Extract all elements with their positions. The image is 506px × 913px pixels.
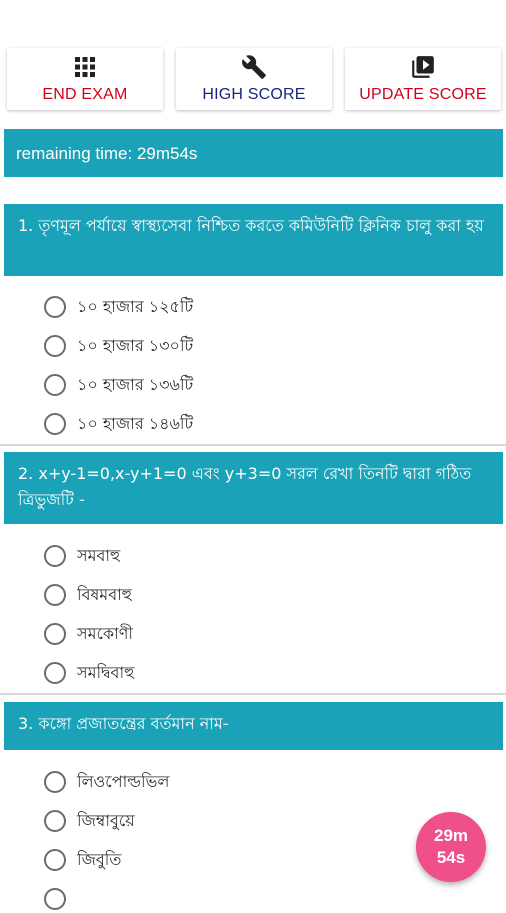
option-radio[interactable]: বিষমবাহু — [44, 581, 132, 609]
option-radio[interactable]: ১০ হাজার ১২৫টি — [44, 293, 193, 321]
option-radio[interactable]: জিবুতি — [44, 846, 121, 874]
option-label: সমদ্বিবাহু — [77, 662, 135, 682]
question-3-title: 3. কঙ্গো প্রজাতন্ত্রের বর্তমান নাম- — [4, 702, 503, 750]
fab-minutes: 29m — [433, 826, 469, 845]
radio-button-icon[interactable] — [44, 413, 66, 435]
option-radio[interactable]: সমদ্বিবাহু — [44, 659, 134, 687]
radio-button-icon[interactable] — [44, 662, 66, 684]
radio-button-icon[interactable] — [44, 584, 66, 606]
radio-button-icon[interactable] — [44, 888, 66, 910]
option-label: বিষমবাহু — [77, 584, 132, 604]
option-radio[interactable] — [44, 885, 66, 913]
radio-button-icon[interactable] — [44, 623, 66, 645]
option-label: ১০ হাজার ১৩০টি — [77, 335, 194, 355]
radio-button-icon[interactable] — [44, 296, 66, 318]
option-radio[interactable]: সমবাহু — [44, 542, 120, 570]
high-score-label: HIGH SCORE — [202, 86, 306, 103]
radio-button-icon[interactable] — [44, 335, 66, 357]
option-label: ১০ হাজার ১৩৬টি — [77, 374, 194, 394]
option-label: লিওপোল্ডভিল — [77, 771, 170, 791]
divider — [0, 693, 506, 695]
option-radio[interactable]: লিওপোল্ডভিল — [44, 768, 169, 796]
option-label: জিম্বাবুয়ে — [77, 810, 135, 830]
remaining-time-bar: remaining time: 29m54s — [4, 129, 503, 177]
update-score-label: UPDATE SCORE — [359, 86, 487, 103]
option-radio[interactable]: ১০ হাজার ১৩০টি — [44, 332, 193, 360]
video-library-icon — [410, 55, 436, 79]
timer-fab-button[interactable]: 29m 54s — [416, 812, 486, 882]
end-exam-button[interactable]: END EXAM — [7, 48, 163, 110]
option-radio[interactable]: সমকোণী — [44, 620, 133, 648]
option-label: সমকোণী — [77, 623, 133, 643]
option-label: ১০ হাজার ১৪৬টি — [77, 413, 194, 433]
radio-button-icon[interactable] — [44, 545, 66, 567]
radio-button-icon[interactable] — [44, 849, 66, 871]
grid-icon — [74, 55, 96, 79]
option-label: সমবাহু — [77, 545, 121, 565]
radio-button-icon[interactable] — [44, 771, 66, 793]
high-score-button[interactable]: HIGH SCORE — [176, 48, 332, 110]
wrench-icon — [241, 55, 267, 79]
option-radio[interactable]: জিম্বাবুয়ে — [44, 807, 135, 835]
fab-seconds: 54s — [436, 848, 466, 867]
update-score-button[interactable]: UPDATE SCORE — [345, 48, 501, 110]
option-label: ১০ হাজার ১২৫টি — [77, 296, 194, 316]
radio-button-icon[interactable] — [44, 374, 66, 396]
toolbar: END EXAM HIGH SCORE UPDATE SCORE — [0, 44, 506, 112]
status-bar — [0, 0, 506, 34]
option-label: জিবুতি — [77, 849, 122, 869]
option-radio[interactable]: ১০ হাজার ১৩৬টি — [44, 371, 193, 399]
question-1-title: 1. তৃণমূল পর্যায়ে স্বাস্থ্যসেবা নিশ্চিত… — [4, 204, 503, 276]
option-radio[interactable]: ১০ হাজার ১৪৬টি — [44, 410, 193, 438]
divider — [0, 444, 506, 446]
radio-button-icon[interactable] — [44, 810, 66, 832]
question-2-title: 2. x+y-1=0,x-y+1=0 এবং y+3=0 সরল রেখা তি… — [4, 452, 503, 524]
end-exam-label: END EXAM — [42, 86, 128, 103]
